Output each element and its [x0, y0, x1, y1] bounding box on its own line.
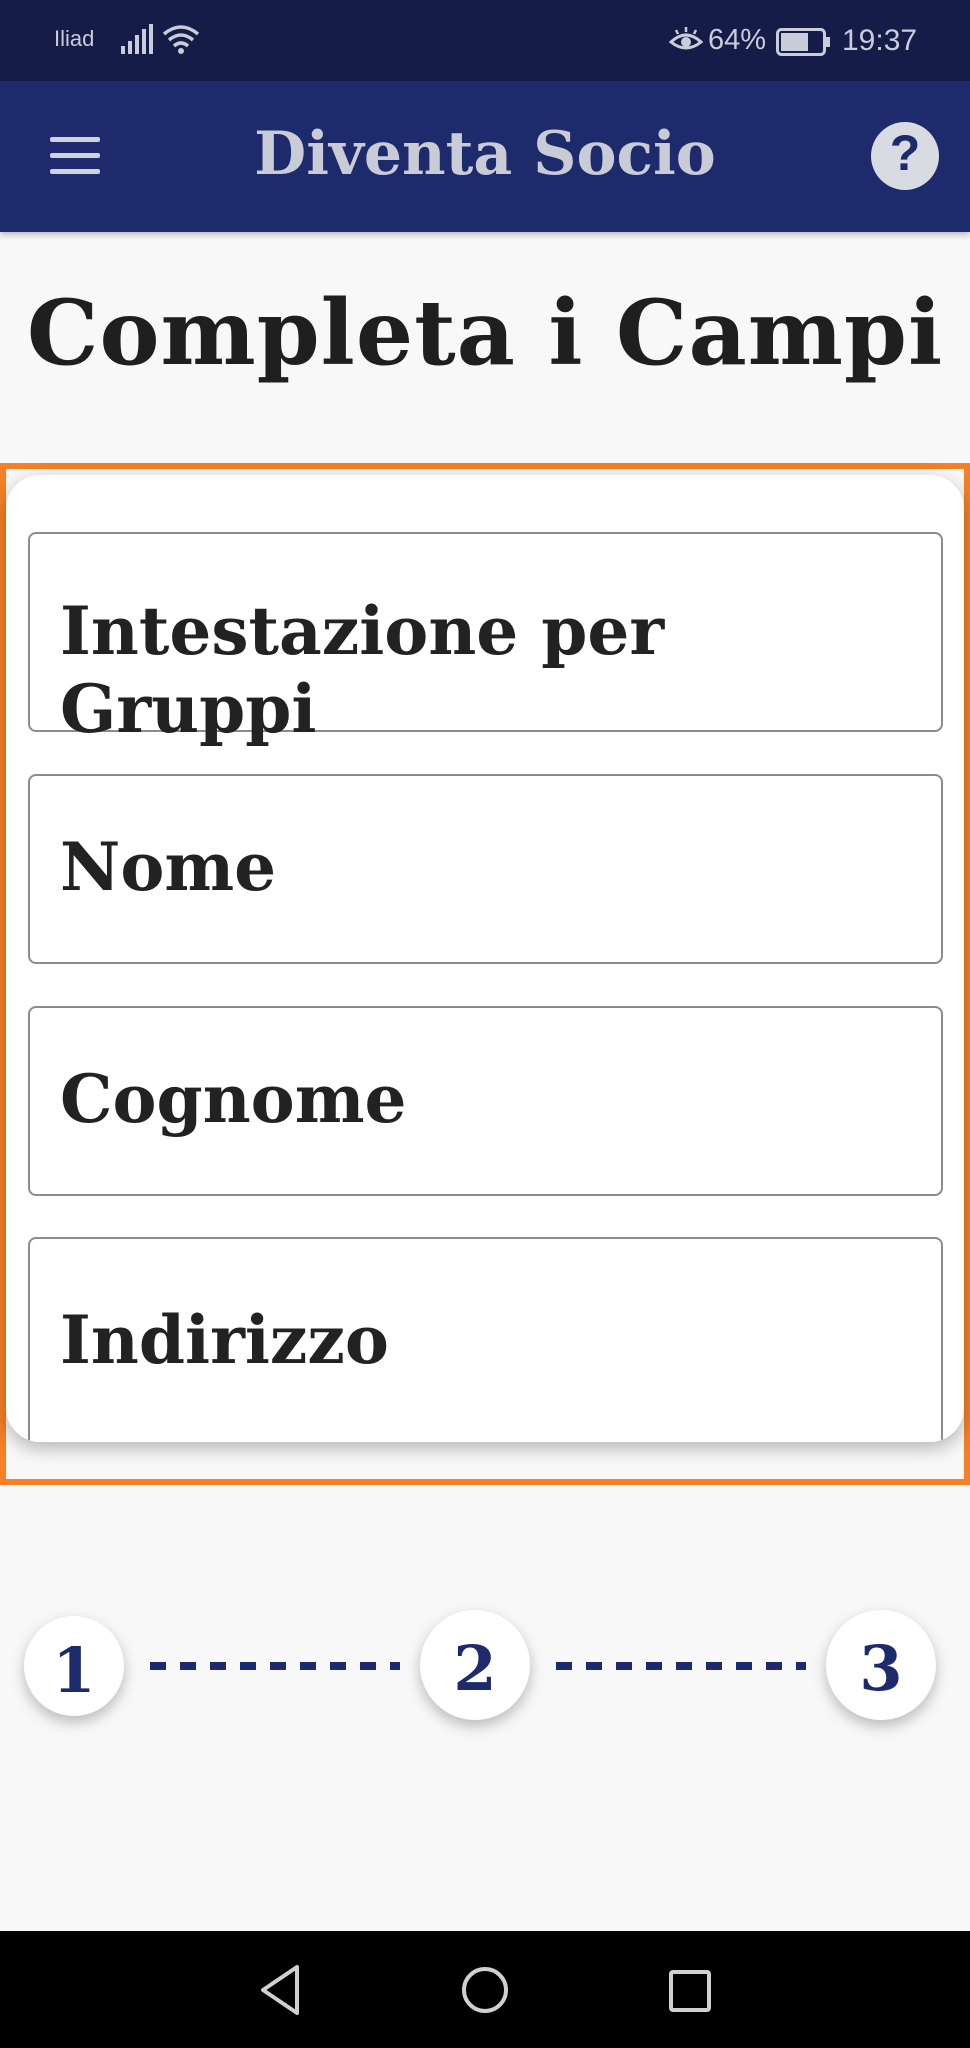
- app-title: Diventa Socio: [254, 119, 716, 189]
- home-icon[interactable]: [460, 1965, 510, 2015]
- step-indicator: 1 2 3: [0, 1610, 970, 1720]
- step-2-button[interactable]: 2: [420, 1610, 530, 1720]
- step-number: 1: [52, 1634, 96, 1707]
- back-icon[interactable]: [255, 1963, 305, 2017]
- battery-percent: 64%: [708, 24, 767, 56]
- wifi-icon: [162, 25, 200, 54]
- help-icon: ?: [889, 125, 921, 181]
- system-nav-bar: [0, 1931, 970, 2048]
- eye-comfort-icon: [668, 27, 704, 50]
- step-1-button[interactable]: 1: [24, 1616, 124, 1716]
- carrier-label: Iliad: [54, 26, 95, 51]
- nome-field[interactable]: Nome: [28, 774, 943, 964]
- recent-apps-icon[interactable]: [668, 1969, 712, 2013]
- step-number: 2: [453, 1632, 497, 1705]
- step-connector: [556, 1662, 806, 1670]
- field-label: Intestazione per Gruppi: [60, 592, 665, 748]
- clock: 19:37: [842, 24, 918, 57]
- step-number: 3: [859, 1632, 903, 1705]
- cognome-field[interactable]: Cognome: [28, 1006, 943, 1196]
- help-button[interactable]: ?: [871, 122, 939, 190]
- indirizzo-field[interactable]: Indirizzo: [28, 1237, 943, 1442]
- battery-icon: [776, 28, 830, 56]
- status-bar: Iliad 64% 19:37: [0, 0, 970, 81]
- signal-icon: [121, 24, 153, 54]
- step-3-button[interactable]: 3: [826, 1610, 936, 1720]
- page-title: Completa i Campi: [26, 280, 944, 386]
- field-label: Nome: [60, 828, 277, 906]
- field-label: Indirizzo: [60, 1301, 389, 1379]
- form-panel[interactable]: Intestazione per Gruppi Nome Cognome Ind…: [6, 475, 964, 1442]
- app-bar: Diventa Socio: [0, 81, 970, 232]
- step-connector: [150, 1662, 400, 1670]
- field-label: Cognome: [60, 1060, 407, 1138]
- intestazione-field[interactable]: Intestazione per Gruppi: [28, 532, 943, 748]
